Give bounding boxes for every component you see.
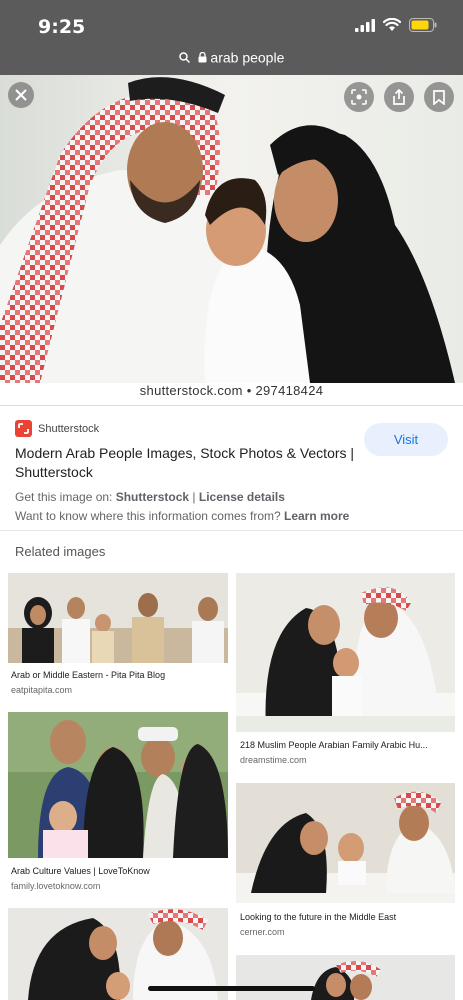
related-domain-1: eatpitapita.com: [11, 685, 73, 695]
lens-icon: [351, 89, 367, 105]
related-domain-2: dreamstime.com: [240, 755, 307, 765]
info-line: Want to know where this information come…: [15, 509, 349, 523]
browser-top-bar: 9:25 arab people: [0, 0, 463, 75]
shutterstock-logo-icon: [15, 420, 32, 437]
caption-divider: [0, 405, 463, 406]
family-photo: [0, 75, 463, 383]
lens-button[interactable]: [344, 82, 374, 112]
url-text: arab people: [210, 49, 285, 66]
related-image-4[interactable]: [236, 783, 455, 903]
section-divider: [0, 530, 463, 531]
status-time: 9:25: [38, 16, 86, 38]
related-title-3[interactable]: Arab Culture Values | LoveToKnow: [11, 866, 226, 876]
related-thumbnail: [236, 783, 455, 903]
signal-icon: [355, 18, 375, 32]
related-thumbnail: [236, 955, 455, 1000]
related-title-4[interactable]: Looking to the future in the Middle East: [240, 912, 452, 922]
get-image-line: Get this image on: Shutterstock | Licens…: [15, 490, 285, 504]
learn-more-link[interactable]: Learn more: [284, 509, 349, 523]
get-source-link[interactable]: Shutterstock: [116, 490, 189, 504]
related-image-6[interactable]: [236, 955, 455, 1000]
related-thumbnail: [8, 712, 228, 858]
home-indicator[interactable]: [148, 986, 315, 991]
wifi-icon: [383, 18, 401, 31]
get-prefix: Get this image on:: [15, 490, 116, 504]
address-bar[interactable]: arab people: [0, 48, 463, 65]
related-image-3[interactable]: [8, 712, 228, 858]
source-row[interactable]: Shutterstock: [15, 420, 99, 437]
visit-button[interactable]: Visit: [364, 423, 448, 456]
bookmark-icon: [433, 89, 445, 105]
related-thumbnail: [236, 573, 455, 732]
related-images-heading: Related images: [15, 544, 106, 559]
related-thumbnail: [8, 573, 228, 663]
lock-icon: [198, 51, 207, 63]
related-domain-4: cerner.com: [240, 927, 285, 937]
source-name: Shutterstock: [38, 422, 100, 435]
close-icon: [15, 89, 27, 101]
license-details-link[interactable]: License details: [199, 490, 285, 504]
get-separator: |: [189, 490, 199, 504]
share-button[interactable]: [384, 82, 414, 112]
related-domain-3: family.lovetoknow.com: [11, 881, 101, 891]
share-icon: [393, 89, 405, 105]
result-title[interactable]: Modern Arab People Images, Stock Photos …: [15, 444, 360, 482]
battery-icon: [409, 18, 437, 32]
status-icons: [355, 18, 437, 32]
related-image-2[interactable]: [236, 573, 455, 732]
main-image[interactable]: [0, 75, 463, 383]
search-icon: [178, 52, 190, 63]
related-image-1[interactable]: [8, 573, 228, 663]
image-watermark: shutterstock.com • 297418424: [139, 383, 324, 398]
related-title-2[interactable]: 218 Muslim People Arabian Family Arabic …: [240, 740, 452, 750]
info-prefix: Want to know where this information come…: [15, 509, 284, 523]
bookmark-button[interactable]: [424, 82, 454, 112]
related-title-1[interactable]: Arab or Middle Eastern - Pita Pita Blog: [11, 670, 226, 680]
close-button[interactable]: [8, 82, 34, 108]
